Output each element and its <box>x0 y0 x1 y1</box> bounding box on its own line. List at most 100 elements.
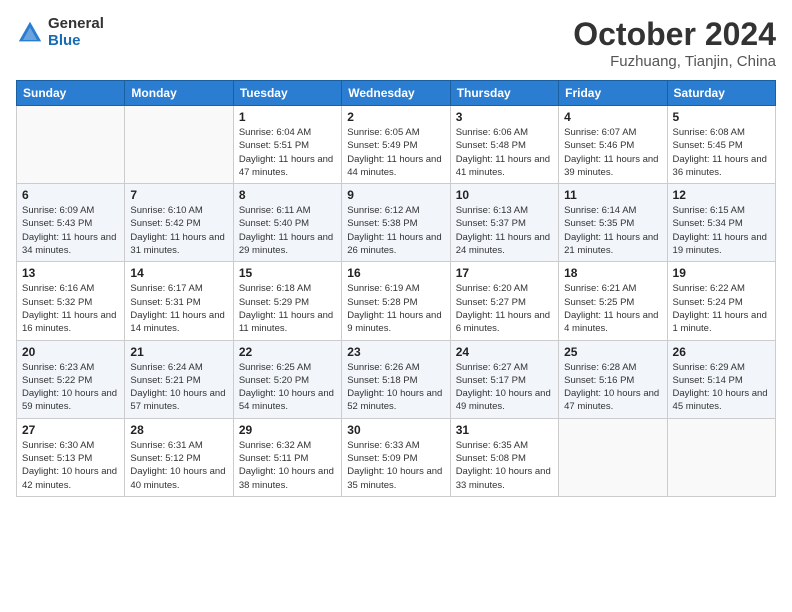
calendar-cell: 11 Sunrise: 6:14 AM Sunset: 5:35 PM Dayli… <box>559 184 667 262</box>
cell-info-text: Sunrise: 6:12 AM Sunset: 5:38 PM Dayligh… <box>347 204 444 257</box>
calendar-cell: 28Sunrise: 6:31 AM Sunset: 5:12 PM Dayli… <box>125 418 233 496</box>
calendar-cell: 10 Sunrise: 6:13 AM Sunset: 5:37 PM Dayli… <box>450 184 558 262</box>
cell-info-text: Sunrise: 6:29 AM Sunset: 5:14 PM Dayligh… <box>673 361 770 414</box>
calendar-cell: 29 Sunrise: 6:32 AM Sunset: 5:11 PM Dayli… <box>233 418 341 496</box>
cell-info-text: Sunrise: 6:14 AM Sunset: 5:35 PM Dayligh… <box>564 204 661 257</box>
calendar-week-row: 27Sunrise: 6:30 AM Sunset: 5:13 PM Dayli… <box>17 418 776 496</box>
calendar-cell: 22 Sunrise: 6:25 AM Sunset: 5:20 PM Dayli… <box>233 340 341 418</box>
cell-info-text: Sunrise: 6:31 AM Sunset: 5:12 PM Dayligh… <box>130 439 227 492</box>
calendar-cell: 23 Sunrise: 6:26 AM Sunset: 5:18 PM Dayli… <box>342 340 450 418</box>
cell-info-text: Sunrise: 6:35 AM Sunset: 5:08 PM Dayligh… <box>456 439 553 492</box>
cell-info-text: Sunrise: 6:30 AM Sunset: 5:13 PM Dayligh… <box>22 439 119 492</box>
calendar-cell: 3Sunrise: 6:06 AM Sunset: 5:48 PM Daylig… <box>450 106 558 184</box>
cell-info-text: Sunrise: 6:19 AM Sunset: 5:28 PM Dayligh… <box>347 282 444 335</box>
cell-info-text: Sunrise: 6:16 AM Sunset: 5:32 PM Dayligh… <box>22 282 119 335</box>
cell-info-text: Sunrise: 6:17 AM Sunset: 5:31 PM Dayligh… <box>130 282 227 335</box>
cell-date-number: 24 <box>456 345 553 359</box>
cell-date-number: 9 <box>347 188 444 202</box>
cell-date-number: 29 <box>239 423 336 437</box>
calendar-cell: 14 Sunrise: 6:17 AM Sunset: 5:31 PM Dayli… <box>125 262 233 340</box>
calendar-cell: 21Sunrise: 6:24 AM Sunset: 5:21 PM Dayli… <box>125 340 233 418</box>
logo-text: General Blue <box>48 16 104 49</box>
calendar-cell: 25 Sunrise: 6:28 AM Sunset: 5:16 PM Dayli… <box>559 340 667 418</box>
cell-date-number: 22 <box>239 345 336 359</box>
cell-date-number: 13 <box>22 266 119 280</box>
month-title: October 2024 <box>573 16 776 53</box>
calendar-table: SundayMondayTuesdayWednesdayThursdayFrid… <box>16 80 776 497</box>
cell-info-text: Sunrise: 6:09 AM Sunset: 5:43 PM Dayligh… <box>22 204 119 257</box>
cell-date-number: 8 <box>239 188 336 202</box>
cell-date-number: 25 <box>564 345 661 359</box>
calendar-cell: 27Sunrise: 6:30 AM Sunset: 5:13 PM Dayli… <box>17 418 125 496</box>
calendar-cell: 2Sunrise: 6:05 AM Sunset: 5:49 PM Daylig… <box>342 106 450 184</box>
calendar-cell: 7Sunrise: 6:10 AM Sunset: 5:42 PM Daylig… <box>125 184 233 262</box>
calendar-cell: 4 Sunrise: 6:07 AM Sunset: 5:46 PM Daylig… <box>559 106 667 184</box>
calendar-cell: 6 Sunrise: 6:09 AM Sunset: 5:43 PM Daylig… <box>17 184 125 262</box>
cell-info-text: Sunrise: 6:28 AM Sunset: 5:16 PM Dayligh… <box>564 361 661 414</box>
logo-icon <box>16 19 44 47</box>
calendar-cell: 26 Sunrise: 6:29 AM Sunset: 5:14 PM Dayli… <box>667 340 775 418</box>
page-header: General Blue October 2024 Fuzhuang, Tian… <box>16 16 776 70</box>
cell-date-number: 18 <box>564 266 661 280</box>
cell-info-text: Sunrise: 6:33 AM Sunset: 5:09 PM Dayligh… <box>347 439 444 492</box>
weekday-header-wednesday: Wednesday <box>342 81 450 106</box>
cell-date-number: 11 <box>564 188 661 202</box>
cell-info-text: Sunrise: 6:15 AM Sunset: 5:34 PM Dayligh… <box>673 204 770 257</box>
cell-info-text: Sunrise: 6:22 AM Sunset: 5:24 PM Dayligh… <box>673 282 770 335</box>
cell-info-text: Sunrise: 6:20 AM Sunset: 5:27 PM Dayligh… <box>456 282 553 335</box>
weekday-header-friday: Friday <box>559 81 667 106</box>
title-block: October 2024 Fuzhuang, Tianjin, China <box>573 16 776 70</box>
cell-date-number: 12 <box>673 188 770 202</box>
cell-date-number: 6 <box>22 188 119 202</box>
cell-date-number: 1 <box>239 110 336 124</box>
logo-blue-text: Blue <box>48 33 104 50</box>
cell-info-text: Sunrise: 6:18 AM Sunset: 5:29 PM Dayligh… <box>239 282 336 335</box>
cell-info-text: Sunrise: 6:26 AM Sunset: 5:18 PM Dayligh… <box>347 361 444 414</box>
calendar-week-row: 6 Sunrise: 6:09 AM Sunset: 5:43 PM Daylig… <box>17 184 776 262</box>
cell-info-text: Sunrise: 6:24 AM Sunset: 5:21 PM Dayligh… <box>130 361 227 414</box>
cell-info-text: Sunrise: 6:13 AM Sunset: 5:37 PM Dayligh… <box>456 204 553 257</box>
cell-date-number: 17 <box>456 266 553 280</box>
cell-info-text: Sunrise: 6:21 AM Sunset: 5:25 PM Dayligh… <box>564 282 661 335</box>
cell-info-text: Sunrise: 6:04 AM Sunset: 5:51 PM Dayligh… <box>239 126 336 179</box>
cell-date-number: 30 <box>347 423 444 437</box>
cell-date-number: 23 <box>347 345 444 359</box>
cell-date-number: 5 <box>673 110 770 124</box>
calendar-cell <box>559 418 667 496</box>
calendar-cell: 12 Sunrise: 6:15 AM Sunset: 5:34 PM Dayli… <box>667 184 775 262</box>
weekday-header-sunday: Sunday <box>17 81 125 106</box>
weekday-header-tuesday: Tuesday <box>233 81 341 106</box>
calendar-cell: 31 Sunrise: 6:35 AM Sunset: 5:08 PM Dayli… <box>450 418 558 496</box>
cell-info-text: Sunrise: 6:27 AM Sunset: 5:17 PM Dayligh… <box>456 361 553 414</box>
calendar-cell <box>667 418 775 496</box>
cell-date-number: 26 <box>673 345 770 359</box>
cell-info-text: Sunrise: 6:08 AM Sunset: 5:45 PM Dayligh… <box>673 126 770 179</box>
cell-date-number: 20 <box>22 345 119 359</box>
weekday-header-monday: Monday <box>125 81 233 106</box>
cell-date-number: 10 <box>456 188 553 202</box>
cell-date-number: 4 <box>564 110 661 124</box>
calendar-cell: 16 Sunrise: 6:19 AM Sunset: 5:28 PM Dayli… <box>342 262 450 340</box>
calendar-cell: 13 Sunrise: 6:16 AM Sunset: 5:32 PM Dayli… <box>17 262 125 340</box>
cell-date-number: 19 <box>673 266 770 280</box>
cell-info-text: Sunrise: 6:11 AM Sunset: 5:40 PM Dayligh… <box>239 204 336 257</box>
location: Fuzhuang, Tianjin, China <box>573 53 776 70</box>
cell-date-number: 14 <box>130 266 227 280</box>
cell-date-number: 7 <box>130 188 227 202</box>
weekday-header-thursday: Thursday <box>450 81 558 106</box>
calendar-cell: 19 Sunrise: 6:22 AM Sunset: 5:24 PM Dayli… <box>667 262 775 340</box>
calendar-cell: 1 Sunrise: 6:04 AM Sunset: 5:51 PM Daylig… <box>233 106 341 184</box>
cell-info-text: Sunrise: 6:25 AM Sunset: 5:20 PM Dayligh… <box>239 361 336 414</box>
cell-info-text: Sunrise: 6:07 AM Sunset: 5:46 PM Dayligh… <box>564 126 661 179</box>
cell-info-text: Sunrise: 6:06 AM Sunset: 5:48 PM Dayligh… <box>456 126 553 179</box>
cell-date-number: 16 <box>347 266 444 280</box>
logo-general-text: General <box>48 16 104 33</box>
calendar-week-row: 1 Sunrise: 6:04 AM Sunset: 5:51 PM Daylig… <box>17 106 776 184</box>
calendar-cell: 9 Sunrise: 6:12 AM Sunset: 5:38 PM Daylig… <box>342 184 450 262</box>
cell-info-text: Sunrise: 6:32 AM Sunset: 5:11 PM Dayligh… <box>239 439 336 492</box>
calendar-cell: 8 Sunrise: 6:11 AM Sunset: 5:40 PM Daylig… <box>233 184 341 262</box>
cell-info-text: Sunrise: 6:23 AM Sunset: 5:22 PM Dayligh… <box>22 361 119 414</box>
cell-date-number: 2 <box>347 110 444 124</box>
cell-date-number: 31 <box>456 423 553 437</box>
cell-date-number: 15 <box>239 266 336 280</box>
